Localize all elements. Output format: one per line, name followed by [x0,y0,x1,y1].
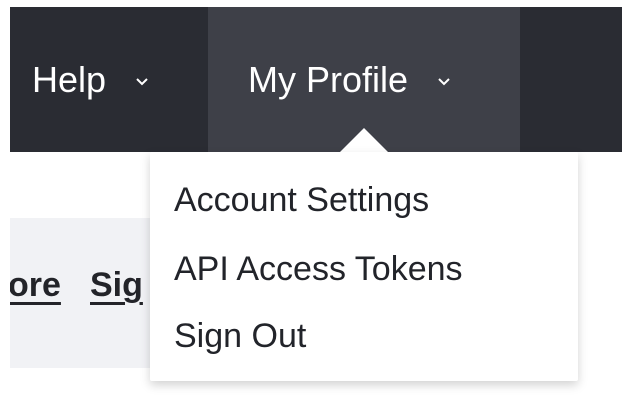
chevron-down-icon [136,77,148,86]
content-link-sign[interactable]: Sig [90,268,143,302]
top-strip [0,0,622,7]
nav-help-menu[interactable]: Help [10,7,208,152]
page: Help My Profile ore Sig Account Settings… [0,0,622,402]
menu-item-account-settings[interactable]: Account Settings [174,183,429,217]
nav-my-profile-label: My Profile [248,58,409,100]
chevron-down-icon [438,77,450,86]
dropdown-caret [340,128,388,152]
profile-dropdown-menu: Account Settings API Access Tokens Sign … [150,152,578,381]
top-navbar: Help My Profile [10,7,622,152]
nav-help-label: Help [32,58,107,100]
content-strip: ore Sig [8,218,170,368]
menu-item-sign-out[interactable]: Sign Out [174,319,306,353]
menu-item-api-access-tokens[interactable]: API Access Tokens [174,252,463,286]
left-edge [0,7,10,402]
content-link[interactable]: ore [8,268,61,302]
